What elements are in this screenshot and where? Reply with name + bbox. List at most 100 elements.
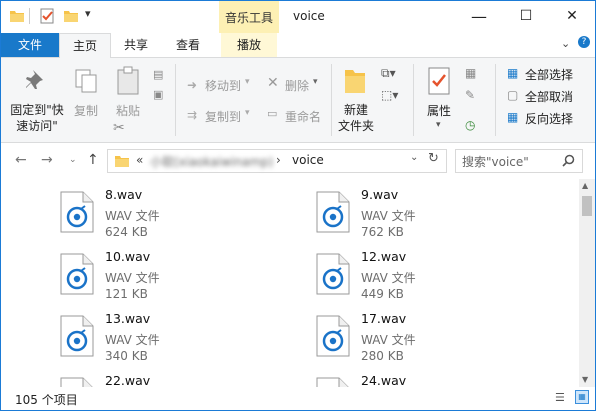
paste-button[interactable]: 粘贴 bbox=[113, 102, 143, 119]
file-item[interactable]: 24.wav bbox=[315, 373, 535, 387]
file-name: 8.wav bbox=[105, 187, 143, 202]
separator bbox=[175, 64, 176, 136]
file-item[interactable]: 9.wav WAV 文件 762 KB bbox=[315, 187, 535, 245]
properties-button[interactable]: 属性 bbox=[421, 102, 457, 119]
folder-icon bbox=[115, 156, 129, 167]
delete-icon: ✕ bbox=[267, 75, 279, 91]
file-list: 8.wav WAV 文件 624 KB 9.wav WAV 文件 762 KB 10.wav… bbox=[1, 179, 579, 387]
file-size: 280 KB bbox=[361, 349, 404, 363]
audio-file-icon bbox=[60, 191, 94, 233]
audio-file-icon bbox=[60, 377, 93, 387]
overflow-breadcrumb[interactable]: « bbox=[136, 153, 143, 167]
file-size: 121 KB bbox=[105, 287, 148, 301]
explorer-window: ▾ 音乐工具 voice — ☐ ✕ 文件 主页 共享 查看 播放 ⌄ ? 固定… bbox=[0, 0, 596, 411]
scissors-icon[interactable]: ✂ bbox=[113, 120, 125, 136]
tab-play[interactable]: 播放 bbox=[221, 33, 277, 57]
select-all-icon: ▦ bbox=[507, 66, 519, 80]
pin-icon[interactable] bbox=[25, 68, 49, 94]
new-folder-label-2: 文件夹 bbox=[337, 119, 374, 133]
pin-label-1: 固定到"快 bbox=[10, 103, 64, 117]
new-item-icon[interactable]: ⧉▾ bbox=[381, 66, 396, 81]
file-item[interactable]: 13.wav WAV 文件 340 KB bbox=[59, 311, 279, 369]
details-view-icon[interactable]: ☰ bbox=[555, 391, 565, 404]
context-tab-label: 音乐工具 bbox=[225, 11, 274, 25]
move-to-icon: ➜ bbox=[187, 78, 198, 92]
history-icon[interactable]: ◷ bbox=[465, 118, 475, 132]
file-item[interactable]: 17.wav WAV 文件 280 KB bbox=[315, 311, 535, 369]
help-icon[interactable]: ? bbox=[578, 36, 590, 48]
folder-icon[interactable] bbox=[9, 8, 25, 24]
file-name: 17.wav bbox=[361, 311, 407, 326]
file-type: WAV 文件 bbox=[361, 271, 416, 285]
easy-access-icon[interactable]: ⬚▾ bbox=[381, 88, 398, 102]
audio-file-icon bbox=[60, 253, 94, 295]
paste-shortcut-icon[interactable]: ▣ bbox=[153, 88, 163, 101]
tab-home[interactable]: 主页 bbox=[59, 33, 111, 59]
status-bar: 105 个项目 ☰ ▦ bbox=[1, 387, 595, 410]
file-name: 12.wav bbox=[361, 249, 407, 264]
file-item[interactable]: 10.wav WAV 文件 121 KB bbox=[59, 249, 279, 307]
properties-icon[interactable] bbox=[427, 66, 451, 96]
open-icon[interactable]: ▦ bbox=[465, 66, 476, 80]
copy-icon[interactable] bbox=[73, 68, 99, 94]
up-icon[interactable]: ↑ bbox=[87, 152, 99, 168]
vertical-scrollbar[interactable]: ▲ ▼ bbox=[579, 179, 595, 387]
window-title: voice bbox=[293, 9, 325, 23]
search-icon[interactable] bbox=[562, 154, 575, 167]
select-none-button[interactable]: 全部取消 bbox=[525, 88, 573, 105]
recent-locations-icon[interactable]: ⌄ bbox=[69, 155, 77, 165]
file-type: WAV 文件 bbox=[105, 333, 160, 347]
rename-button[interactable]: 重命名 bbox=[285, 108, 321, 125]
refresh-icon[interactable]: ↻ bbox=[428, 151, 439, 166]
pin-to-quick-access-button[interactable]: 固定到"快 速访问" bbox=[7, 102, 67, 134]
breadcrumb-separator-icon[interactable]: › bbox=[276, 153, 281, 167]
address-bar[interactable]: « 小软(xiaokaiwinamp) › voice ⌄ ↻ bbox=[107, 149, 447, 173]
cut-path-icon[interactable]: ▤ bbox=[153, 68, 163, 81]
audio-file-icon bbox=[316, 253, 350, 295]
tab-file[interactable]: 文件 bbox=[1, 33, 59, 57]
file-size: 624 KB bbox=[105, 225, 148, 239]
file-item[interactable]: 12.wav WAV 文件 449 KB bbox=[315, 249, 535, 307]
new-folder-icon[interactable] bbox=[343, 66, 367, 96]
copy-to-button[interactable]: 复制到 bbox=[205, 108, 241, 125]
audio-file-icon bbox=[316, 191, 350, 233]
forward-icon[interactable]: → bbox=[41, 152, 53, 168]
address-dropdown-icon[interactable]: ⌄ bbox=[410, 152, 418, 163]
customize-toolbar-icon[interactable]: ▾ bbox=[85, 7, 91, 20]
copy-to-icon: ⇉ bbox=[187, 108, 198, 122]
scroll-thumb[interactable] bbox=[582, 196, 592, 216]
search-input[interactable]: 搜索"voice" bbox=[462, 153, 529, 170]
file-type: WAV 文件 bbox=[361, 209, 416, 223]
breadcrumb-parent[interactable]: 小软(xiaokaiwinamp) bbox=[150, 153, 273, 170]
tab-view[interactable]: 查看 bbox=[165, 33, 211, 57]
chevron-down-icon: ▾ bbox=[245, 108, 250, 118]
search-box[interactable]: 搜索"voice" bbox=[455, 149, 583, 173]
new-folder-button[interactable]: 新建 文件夹 bbox=[335, 102, 377, 134]
tiles-view-icon[interactable]: ▦ bbox=[575, 390, 589, 404]
delete-button[interactable]: 删除 bbox=[285, 77, 309, 94]
scroll-down-icon[interactable]: ▼ bbox=[582, 375, 588, 384]
breadcrumb-current[interactable]: voice bbox=[292, 153, 324, 167]
file-name: 24.wav bbox=[361, 373, 407, 387]
copy-button[interactable]: 复制 bbox=[71, 102, 101, 119]
edit-icon[interactable]: ✎ bbox=[465, 88, 475, 102]
file-size: 340 KB bbox=[105, 349, 148, 363]
new-folder-icon[interactable] bbox=[63, 8, 79, 24]
file-item[interactable]: 8.wav WAV 文件 624 KB bbox=[59, 187, 279, 245]
invert-selection-icon: ▦ bbox=[507, 110, 519, 124]
close-button[interactable]: ✕ bbox=[549, 1, 595, 31]
file-item[interactable]: 22.wav bbox=[59, 373, 279, 387]
move-to-button[interactable]: 移动到 bbox=[205, 77, 241, 94]
scroll-up-icon[interactable]: ▲ bbox=[582, 181, 588, 190]
properties-check-icon[interactable] bbox=[39, 8, 55, 24]
minimize-button[interactable]: — bbox=[456, 1, 502, 31]
back-icon[interactable]: ← bbox=[15, 152, 27, 168]
context-tab-header: 音乐工具 bbox=[219, 1, 279, 33]
tab-share[interactable]: 共享 bbox=[113, 33, 159, 57]
invert-selection-button[interactable]: 反向选择 bbox=[525, 110, 573, 127]
file-name: 10.wav bbox=[105, 249, 151, 264]
collapse-ribbon-icon[interactable]: ⌄ bbox=[561, 37, 570, 50]
paste-icon[interactable] bbox=[115, 66, 143, 96]
maximize-button[interactable]: ☐ bbox=[503, 1, 549, 31]
select-all-button[interactable]: 全部选择 bbox=[525, 66, 573, 83]
